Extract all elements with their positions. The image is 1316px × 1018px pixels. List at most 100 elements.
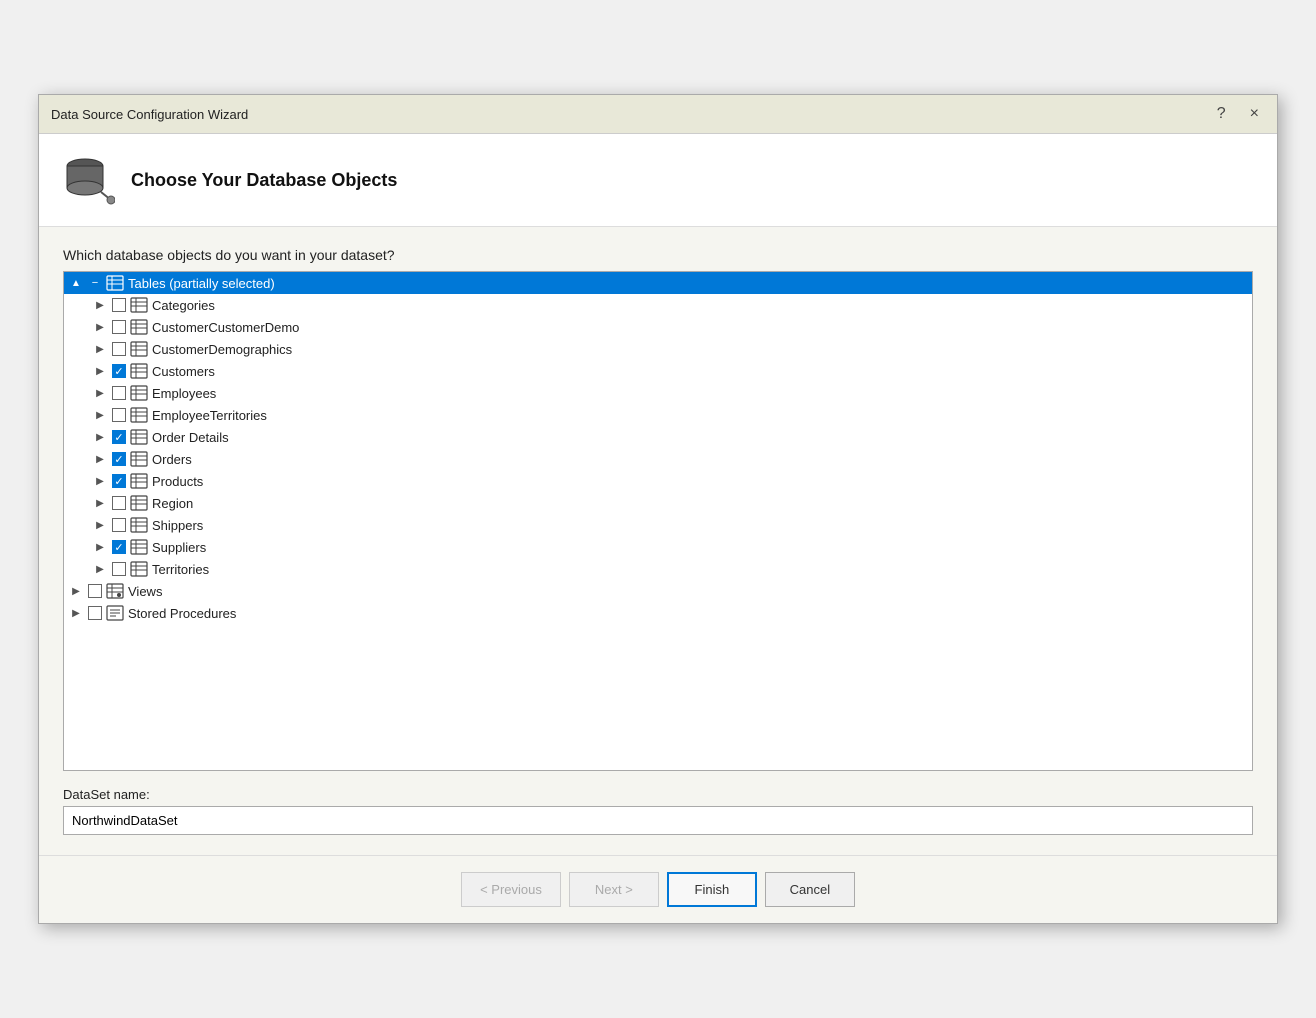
header-area: Choose Your Database Objects — [39, 134, 1277, 227]
dialog-window: Data Source Configuration Wizard ? × Cho… — [38, 94, 1278, 924]
checkbox-orderdetails[interactable]: ✓ — [112, 430, 126, 444]
item-label-region: Region — [152, 496, 193, 511]
tree-item-shippers[interactable]: ▶ Shippers — [64, 514, 1252, 536]
type-icon-customers — [130, 363, 148, 379]
type-icon-tables — [106, 275, 124, 291]
item-label-customers: Customers — [152, 364, 215, 379]
item-label-employeeterritories: EmployeeTerritories — [152, 408, 267, 423]
type-icon-views — [106, 583, 124, 599]
checkbox-employeeterritories[interactable] — [112, 408, 126, 422]
dialog-title: Data Source Configuration Wizard — [51, 107, 248, 122]
tree-item-customercustomerdemo[interactable]: ▶ CustomerCustomerDemo — [64, 316, 1252, 338]
tree-item-territories[interactable]: ▶ Territories — [64, 558, 1252, 580]
cancel-button[interactable]: Cancel — [765, 872, 855, 907]
checkbox-region[interactable] — [112, 496, 126, 510]
tree-container[interactable]: ▲− Tables (partially selected)▶ Categori… — [63, 271, 1253, 771]
checkbox-tables[interactable]: − — [88, 276, 102, 290]
checkbox-orders[interactable]: ✓ — [112, 452, 126, 466]
item-label-shippers: Shippers — [152, 518, 203, 533]
title-bar-controls: ? × — [1211, 103, 1265, 125]
checkbox-suppliers[interactable]: ✓ — [112, 540, 126, 554]
database-icon — [63, 154, 115, 206]
item-label-views: Views — [128, 584, 162, 599]
expander-employeeterritories[interactable]: ▶ — [92, 407, 108, 423]
checkbox-products[interactable]: ✓ — [112, 474, 126, 488]
expander-orders[interactable]: ▶ — [92, 451, 108, 467]
checkbox-shippers[interactable] — [112, 518, 126, 532]
expander-categories[interactable]: ▶ — [92, 297, 108, 313]
expander-customercustomerdemo[interactable]: ▶ — [92, 319, 108, 335]
checkbox-territories[interactable] — [112, 562, 126, 576]
type-icon-shippers — [130, 517, 148, 533]
type-icon-employeeterritories — [130, 407, 148, 423]
next-button[interactable]: Next > — [569, 872, 659, 907]
help-button[interactable]: ? — [1211, 103, 1232, 125]
footer: < Previous Next > Finish Cancel — [39, 855, 1277, 923]
type-icon-customerdemographics — [130, 341, 148, 357]
item-label-categories: Categories — [152, 298, 215, 313]
expander-region[interactable]: ▶ — [92, 495, 108, 511]
type-icon-products — [130, 473, 148, 489]
expander-employees[interactable]: ▶ — [92, 385, 108, 401]
item-label-customercustomerdemo: CustomerCustomerDemo — [152, 320, 299, 335]
item-label-territories: Territories — [152, 562, 209, 577]
item-label-storedprocedures: Stored Procedures — [128, 606, 236, 621]
expander-orderdetails[interactable]: ▶ — [92, 429, 108, 445]
tree-item-storedprocedures[interactable]: ▶ Stored Procedures — [64, 602, 1252, 624]
expander-suppliers[interactable]: ▶ — [92, 539, 108, 555]
tree-item-tables[interactable]: ▲− Tables (partially selected) — [64, 272, 1252, 294]
tree-item-customerdemographics[interactable]: ▶ CustomerDemographics — [64, 338, 1252, 360]
tree-item-suppliers[interactable]: ▶ ✓ Suppliers — [64, 536, 1252, 558]
item-label-orders: Orders — [152, 452, 192, 467]
expander-views[interactable]: ▶ — [68, 583, 84, 599]
type-icon-orderdetails — [130, 429, 148, 445]
tree-item-orderdetails[interactable]: ▶ ✓ Order Details — [64, 426, 1252, 448]
expander-storedprocedures[interactable]: ▶ — [68, 605, 84, 621]
title-bar: Data Source Configuration Wizard ? × — [39, 95, 1277, 134]
tree-item-orders[interactable]: ▶ ✓ Orders — [64, 448, 1252, 470]
type-icon-orders — [130, 451, 148, 467]
item-label-suppliers: Suppliers — [152, 540, 206, 555]
checkbox-employees[interactable] — [112, 386, 126, 400]
expander-territories[interactable]: ▶ — [92, 561, 108, 577]
item-label-tables: Tables (partially selected) — [128, 276, 275, 291]
type-icon-territories — [130, 561, 148, 577]
checkbox-customers[interactable]: ✓ — [112, 364, 126, 378]
type-icon-storedprocedures — [106, 605, 124, 621]
tree-item-categories[interactable]: ▶ Categories — [64, 294, 1252, 316]
dataset-section: DataSet name: — [63, 787, 1253, 835]
content-area: Which database objects do you want in yo… — [39, 227, 1277, 855]
item-label-employees: Employees — [152, 386, 216, 401]
tree-item-region[interactable]: ▶ Region — [64, 492, 1252, 514]
close-button[interactable]: × — [1244, 103, 1265, 125]
tree-item-customers[interactable]: ▶ ✓ Customers — [64, 360, 1252, 382]
finish-button[interactable]: Finish — [667, 872, 757, 907]
tree-item-views[interactable]: ▶ Views — [64, 580, 1252, 602]
expander-customers[interactable]: ▶ — [92, 363, 108, 379]
expander-shippers[interactable]: ▶ — [92, 517, 108, 533]
checkbox-storedprocedures[interactable] — [88, 606, 102, 620]
item-label-customerdemographics: CustomerDemographics — [152, 342, 292, 357]
previous-button[interactable]: < Previous — [461, 872, 561, 907]
checkbox-customerdemographics[interactable] — [112, 342, 126, 356]
checkbox-customercustomerdemo[interactable] — [112, 320, 126, 334]
checkbox-views[interactable] — [88, 584, 102, 598]
expander-tables[interactable]: ▲ — [68, 275, 84, 291]
type-icon-categories — [130, 297, 148, 313]
type-icon-customercustomerdemo — [130, 319, 148, 335]
item-label-orderdetails: Order Details — [152, 430, 229, 445]
expander-customerdemographics[interactable]: ▶ — [92, 341, 108, 357]
tree-item-products[interactable]: ▶ ✓ Products — [64, 470, 1252, 492]
checkbox-categories[interactable] — [112, 298, 126, 312]
tree-item-employeeterritories[interactable]: ▶ EmployeeTerritories — [64, 404, 1252, 426]
question-text: Which database objects do you want in yo… — [63, 247, 1253, 263]
dataset-label: DataSet name: — [63, 787, 1253, 802]
dataset-name-input[interactable] — [63, 806, 1253, 835]
type-icon-region — [130, 495, 148, 511]
header-title: Choose Your Database Objects — [131, 170, 397, 191]
item-label-products: Products — [152, 474, 203, 489]
tree-item-employees[interactable]: ▶ Employees — [64, 382, 1252, 404]
expander-products[interactable]: ▶ — [92, 473, 108, 489]
type-icon-suppliers — [130, 539, 148, 555]
type-icon-employees — [130, 385, 148, 401]
